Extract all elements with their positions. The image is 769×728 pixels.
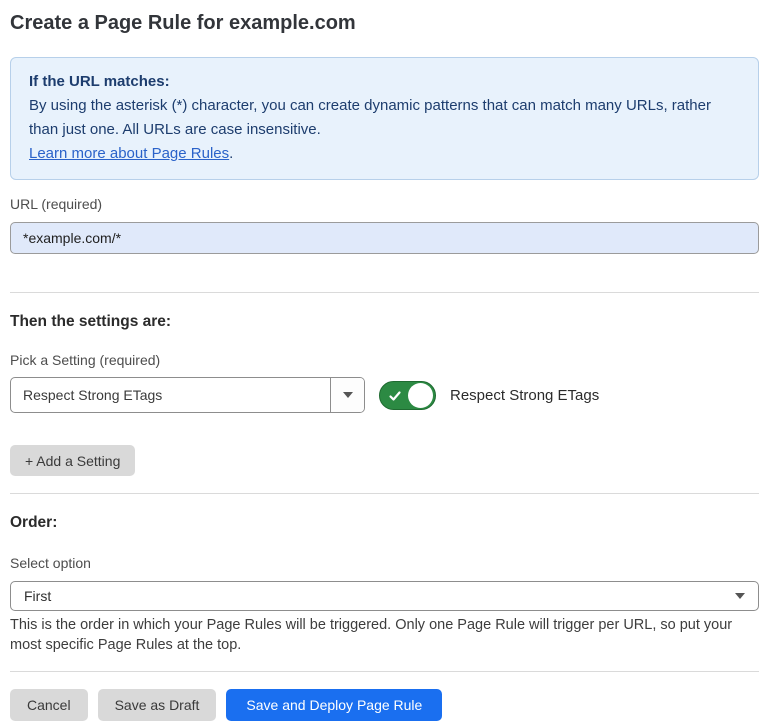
url-input[interactable] xyxy=(10,222,759,254)
settings-heading: Then the settings are: xyxy=(10,312,759,331)
page-title: Create a Page Rule for example.com xyxy=(10,10,759,36)
setting-dropdown[interactable]: Respect Strong ETags xyxy=(10,377,365,413)
select-option-label: Select option xyxy=(10,555,759,572)
info-box-link-line: Learn more about Page Rules. xyxy=(29,142,740,166)
chevron-down-icon xyxy=(735,593,745,599)
order-select[interactable]: First xyxy=(10,581,759,611)
check-icon xyxy=(388,389,402,403)
setting-toggle[interactable] xyxy=(379,381,436,410)
save-deploy-button[interactable]: Save and Deploy Page Rule xyxy=(226,689,442,721)
order-heading: Order: xyxy=(10,513,759,532)
divider xyxy=(10,671,759,672)
order-select-value: First xyxy=(24,588,51,604)
toggle-knob xyxy=(408,383,433,408)
url-label: URL (required) xyxy=(10,196,759,213)
create-page-rule-form: Create a Page Rule for example.com If th… xyxy=(10,10,759,721)
setting-dropdown-value: Respect Strong ETags xyxy=(11,378,330,412)
divider xyxy=(10,493,759,494)
divider xyxy=(10,292,759,293)
pick-setting-label: Pick a Setting (required) xyxy=(10,352,759,369)
learn-more-link[interactable]: Learn more about Page Rules xyxy=(29,145,229,162)
setting-row: Respect Strong ETags Respect Strong ETag… xyxy=(10,377,759,413)
toggle-label: Respect Strong ETags xyxy=(450,387,599,404)
save-draft-button[interactable]: Save as Draft xyxy=(98,689,217,721)
form-actions: Cancel Save as Draft Save and Deploy Pag… xyxy=(10,689,759,721)
setting-dropdown-arrow-button[interactable] xyxy=(330,378,364,412)
url-match-info-box: If the URL matches: By using the asteris… xyxy=(10,57,759,180)
add-setting-button[interactable]: + Add a Setting xyxy=(10,445,135,476)
cancel-button[interactable]: Cancel xyxy=(10,689,88,721)
info-box-body: By using the asterisk (*) character, you… xyxy=(29,94,740,142)
order-help-text: This is the order in which your Page Rul… xyxy=(10,616,759,655)
link-period: . xyxy=(229,145,233,162)
chevron-down-icon xyxy=(343,392,353,398)
info-box-heading: If the URL matches: xyxy=(29,70,740,94)
